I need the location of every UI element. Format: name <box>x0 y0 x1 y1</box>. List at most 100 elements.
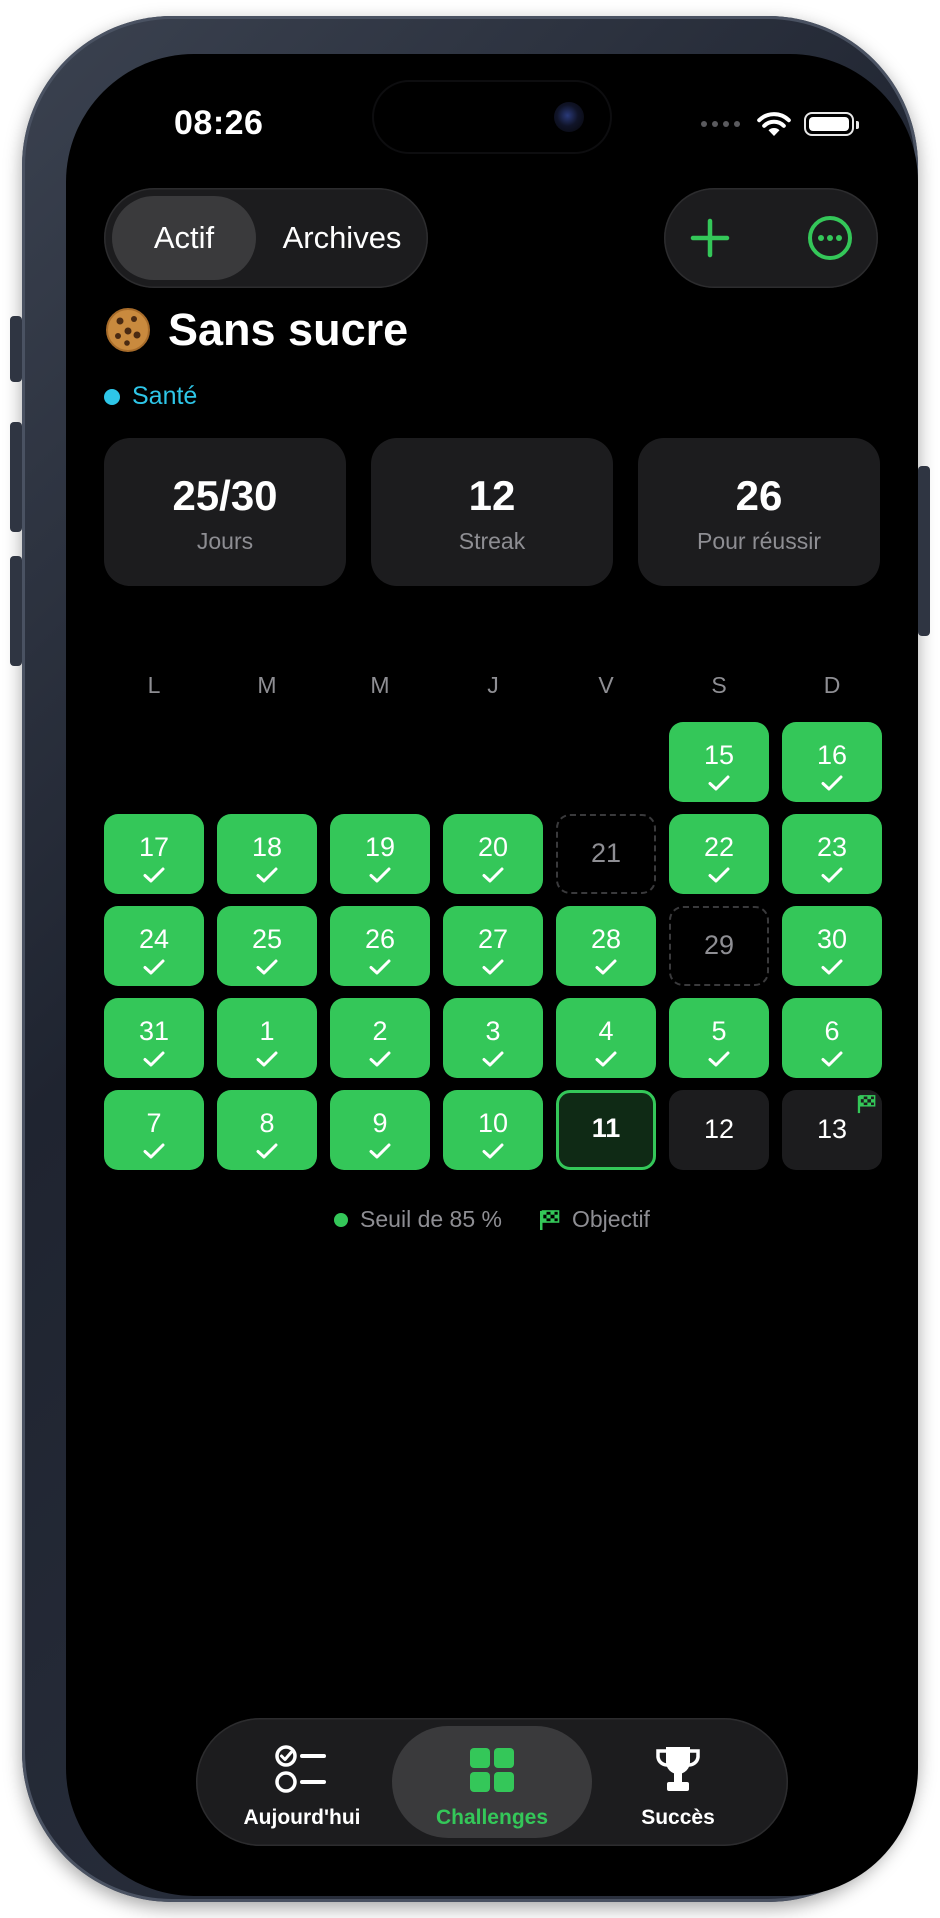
day-number: 30 <box>816 924 848 954</box>
calendar-legend: Seuil de 85 % Objectif <box>66 1206 918 1233</box>
category-dot <box>104 388 120 405</box>
day-number: 3 <box>485 1016 501 1046</box>
calendar-day-25[interactable]: 25 <box>217 906 317 986</box>
calendar-day-24[interactable]: 24 <box>104 906 204 986</box>
calendar-day-2[interactable]: 2 <box>330 998 430 1078</box>
day-number: 4 <box>598 1016 614 1046</box>
day-number: 31 <box>138 1016 170 1046</box>
challenge-title: Sans sucre <box>168 304 409 355</box>
calendar-day-15[interactable]: 15 <box>669 722 769 802</box>
calendar-day-18[interactable]: 18 <box>217 814 317 894</box>
side-button-power <box>918 466 930 636</box>
day-number: 17 <box>138 832 170 862</box>
calendar-day-4[interactable]: 4 <box>556 998 656 1078</box>
calendar-day-10[interactable]: 10 <box>443 1090 543 1170</box>
checkmark-icon <box>821 959 843 975</box>
add-button[interactable] <box>674 202 746 274</box>
action-group <box>664 188 878 288</box>
day-number: 25 <box>251 924 283 954</box>
checkmark-icon <box>821 775 843 791</box>
calendar-day-11[interactable]: 11 <box>556 1090 656 1170</box>
checkmark-icon <box>256 1051 278 1067</box>
checkmark-icon <box>821 867 843 883</box>
checkmark-icon <box>143 959 165 975</box>
checkmark-icon <box>143 1051 165 1067</box>
calendar-day-21[interactable]: 21 <box>556 814 656 894</box>
stat-value: 25/30 <box>172 472 278 519</box>
checkmark-icon <box>369 1051 391 1067</box>
checkered-flag-icon <box>539 1209 560 1230</box>
day-number: 23 <box>816 832 848 862</box>
day-number: 19 <box>364 832 396 862</box>
checkmark-icon <box>595 959 617 975</box>
tab-today[interactable]: Aujourd'hui <box>202 1726 402 1838</box>
calendar-day-28[interactable]: 28 <box>556 906 656 986</box>
calendar-day-12[interactable]: 12 <box>669 1090 769 1170</box>
calendar-day-19[interactable]: 19 <box>330 814 430 894</box>
calendar-day-6[interactable]: 6 <box>782 998 882 1078</box>
legend-threshold-label: Seuil de 85 % <box>360 1206 502 1232</box>
ellipsis-circle-icon <box>808 216 852 260</box>
calendar-day-23[interactable]: 23 <box>782 814 882 894</box>
calendar-day-26[interactable]: 26 <box>330 906 430 986</box>
calendar-day-20[interactable]: 20 <box>443 814 543 894</box>
checkmark-icon <box>482 1143 504 1159</box>
checklist-icon <box>275 1745 326 1793</box>
category-badge: Santé <box>104 382 197 411</box>
calendar-day-9[interactable]: 9 <box>330 1090 430 1170</box>
status-time: 08:26 <box>174 104 264 142</box>
calendar-day-29[interactable]: 29 <box>669 906 769 986</box>
calendar-day-30[interactable]: 30 <box>782 906 882 986</box>
calendar-day-13[interactable]: 13 <box>782 1090 882 1170</box>
tab-challenges[interactable]: Challenges <box>392 1726 592 1838</box>
weekday-label: D <box>823 672 841 698</box>
checkmark-icon <box>708 867 730 883</box>
stat-value: 26 <box>735 472 783 519</box>
day-number: 12 <box>703 1114 735 1144</box>
checkmark-icon <box>369 1143 391 1159</box>
side-button-action <box>10 316 22 382</box>
tab-label: Challenges <box>435 1806 549 1829</box>
calendar-day-31[interactable]: 31 <box>104 998 204 1078</box>
category-label: Santé <box>132 382 198 410</box>
calendar-day-16[interactable]: 16 <box>782 722 882 802</box>
calendar-day-17[interactable]: 17 <box>104 814 204 894</box>
stat-card-days: 25/30 Jours <box>104 438 346 586</box>
calendar-day-8[interactable]: 8 <box>217 1090 317 1170</box>
day-number: 22 <box>703 832 735 862</box>
calendar-day-27[interactable]: 27 <box>443 906 543 986</box>
checkmark-icon <box>369 867 391 883</box>
tab-label: Aujourd'hui <box>243 1806 361 1829</box>
checkmark-icon <box>256 867 278 883</box>
tab-success[interactable]: Succès <box>578 1726 778 1838</box>
status-indicators <box>701 110 859 138</box>
segment-archives[interactable]: Archives <box>264 196 420 280</box>
calendar-day-7[interactable]: 7 <box>104 1090 204 1170</box>
calendar-day-1[interactable]: 1 <box>217 998 317 1078</box>
checkmark-icon <box>821 1051 843 1067</box>
calendar-day-5[interactable]: 5 <box>669 998 769 1078</box>
legend-goal: Objectif <box>538 1206 650 1233</box>
camera-icon <box>554 102 584 132</box>
segment-actif[interactable]: Actif <box>112 196 256 280</box>
wifi-icon <box>757 112 791 136</box>
plus-icon <box>690 218 730 258</box>
tab-bar: Aujourd'hui Challenges Succès <box>196 1718 788 1846</box>
challenge-header: Sans sucre <box>104 304 408 356</box>
segmented-control: Actif Archives <box>104 188 428 288</box>
day-number: 21 <box>590 838 622 868</box>
day-number: 9 <box>372 1108 388 1138</box>
weekday-label: M <box>257 672 277 698</box>
screen: 08:26 Actif Archives Sans sucre Santé 25… <box>66 54 918 1896</box>
day-number: 6 <box>824 1016 840 1046</box>
phone-frame: 08:26 Actif Archives Sans sucre Santé 25… <box>10 16 930 1902</box>
checkmark-icon <box>482 867 504 883</box>
more-button[interactable] <box>794 202 866 274</box>
stat-label: Pour réussir <box>697 528 821 554</box>
calendar-day-22[interactable]: 22 <box>669 814 769 894</box>
side-button-volume-up <box>10 422 22 532</box>
weekday-label: V <box>598 672 614 698</box>
checkmark-icon <box>256 1143 278 1159</box>
calendar-day-3[interactable]: 3 <box>443 998 543 1078</box>
day-number: 29 <box>703 930 735 960</box>
